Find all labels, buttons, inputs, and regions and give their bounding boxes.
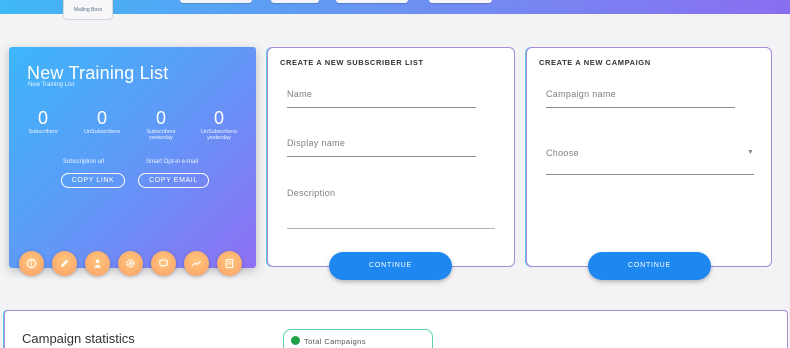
list-title: New Training List <box>27 63 169 83</box>
choose-select[interactable]: Choose <box>546 148 579 158</box>
campaign-continue-button[interactable]: CONTINUE <box>588 252 711 280</box>
stat-value: 0 <box>37 108 48 128</box>
statistics-title: Campaign statistics <box>22 331 135 346</box>
pencil-icon[interactable] <box>52 251 77 276</box>
smart-optin-label: Smart Opt-in e-mail <box>146 159 199 165</box>
info-icon[interactable] <box>19 251 44 276</box>
campaign-name-input-underline <box>546 107 735 108</box>
campaign-statistics-card: Campaign statistics Total Campaigns <box>4 310 788 348</box>
choose-select-underline <box>546 174 754 175</box>
gear-icon[interactable] <box>118 251 143 276</box>
chart-icon[interactable] <box>184 251 209 276</box>
stat-label: Subscribers yesterday <box>146 129 176 141</box>
campaign-name-input[interactable]: Campaign name <box>546 89 616 99</box>
subscribers-icon[interactable] <box>85 251 110 276</box>
description-input[interactable]: Description <box>287 188 335 198</box>
copy-link-button[interactable]: COPY LINK <box>61 173 125 188</box>
stat-subscribers: 0 Subscribers <box>15 109 71 135</box>
chat-icon[interactable] <box>151 251 176 276</box>
display-name-input[interactable]: Display name <box>287 138 345 148</box>
chevron-down-icon[interactable]: ▼ <box>747 149 754 156</box>
form-title: CREATE A NEW CAMPAIGN <box>539 58 651 67</box>
stat-unsubscribers: 0 UnSubscribers <box>74 109 130 135</box>
total-campaigns-label: Total Campaigns <box>304 337 366 346</box>
total-campaigns-chip[interactable]: Total Campaigns <box>283 329 433 348</box>
status-dot-icon <box>291 336 300 345</box>
top-nav-button-1[interactable] <box>180 0 252 3</box>
document-icon[interactable] <box>217 251 242 276</box>
subscriber-list-continue-button[interactable]: CONTINUE <box>329 252 452 280</box>
stat-value: 0 <box>213 108 224 128</box>
subscriber-list-card: New Training List New Training List 0 Su… <box>9 47 256 276</box>
create-subscriber-list-card: CREATE A NEW SUBSCRIBER LIST Name Displa… <box>267 47 515 267</box>
stat-label: Subscribers <box>28 129 58 135</box>
stat-subscribers-yesterday: 0 Subscribers yesterday <box>133 109 189 141</box>
app-logo[interactable]: Mailing Boss <box>63 0 113 20</box>
display-name-input-underline <box>287 156 476 157</box>
name-input[interactable]: Name <box>287 89 312 99</box>
top-nav-button-2[interactable] <box>271 0 319 3</box>
list-actions <box>19 251 259 277</box>
subscription-url-label: Subscription url <box>63 159 105 165</box>
form-title: CREATE A NEW SUBSCRIBER LIST <box>280 58 424 67</box>
create-campaign-card: CREATE A NEW CAMPAIGN Campaign name Choo… <box>526 47 772 267</box>
stat-label: UnSubscribers yesterday <box>200 129 238 141</box>
stat-unsubscribers-yesterday: 0 UnSubscribers yesterday <box>191 109 247 141</box>
stat-value: 0 <box>155 108 166 128</box>
logo-text: Mailing Boss <box>73 7 103 13</box>
description-input-underline <box>287 228 495 229</box>
stat-value: 0 <box>96 108 107 128</box>
list-subtitle: New Training List <box>28 82 75 88</box>
stat-label: UnSubscribers <box>83 129 121 135</box>
copy-email-button[interactable]: COPY EMAIL <box>138 173 209 188</box>
top-nav-button-4[interactable] <box>429 0 492 3</box>
name-input-underline <box>287 107 476 108</box>
top-nav-button-3[interactable] <box>336 0 408 3</box>
